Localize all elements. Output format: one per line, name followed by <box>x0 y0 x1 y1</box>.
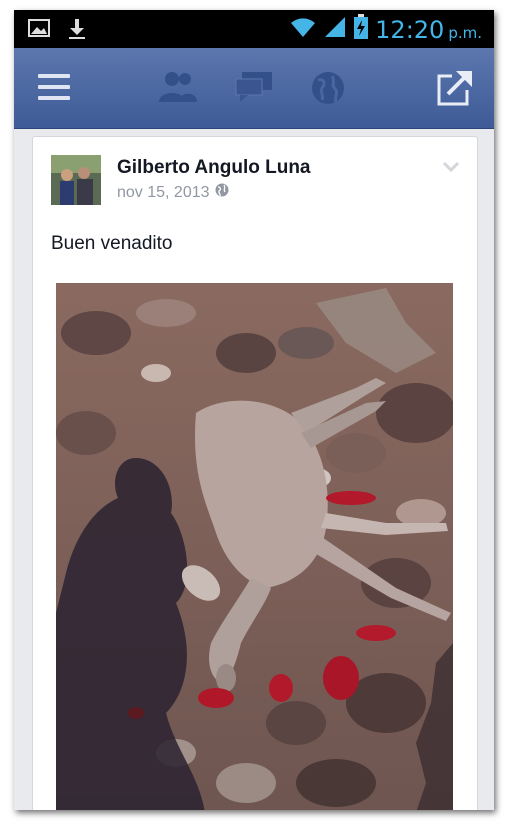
wifi-icon <box>289 15 317 44</box>
signal-icon <box>323 15 347 44</box>
status-bar: 12:20 p.m. <box>14 10 494 48</box>
post-author[interactable]: Gilberto Angulo Luna <box>117 157 311 179</box>
phone-screen: 12:20 p.m. Gilberto Angulo Luna nov 15, … <box>14 10 494 810</box>
privacy-globe-icon <box>215 183 229 202</box>
menu-icon[interactable] <box>38 72 72 107</box>
globe-icon[interactable] <box>310 70 346 111</box>
clock: 12:20 p.m. <box>375 16 482 44</box>
image-icon <box>28 18 50 45</box>
battery-charging-icon <box>353 14 369 45</box>
friends-icon[interactable] <box>158 70 198 109</box>
messages-icon[interactable] <box>234 70 274 109</box>
avatar[interactable] <box>51 155 101 205</box>
chevron-down-icon[interactable] <box>442 159 460 177</box>
post-text: Buen venadito <box>51 233 173 254</box>
app-header <box>14 48 494 129</box>
post-photo[interactable] <box>56 283 453 810</box>
deer-photo <box>56 283 453 810</box>
share-icon[interactable] <box>436 68 474 113</box>
clock-time: 12:20 <box>375 15 445 44</box>
clock-ampm: p.m. <box>448 23 482 42</box>
post-meta: nov 15, 2013 <box>117 183 229 202</box>
post-date[interactable]: nov 15, 2013 <box>117 184 210 202</box>
post-card: Gilberto Angulo Luna nov 15, 2013 Buen v… <box>32 136 478 810</box>
download-icon <box>68 18 86 45</box>
